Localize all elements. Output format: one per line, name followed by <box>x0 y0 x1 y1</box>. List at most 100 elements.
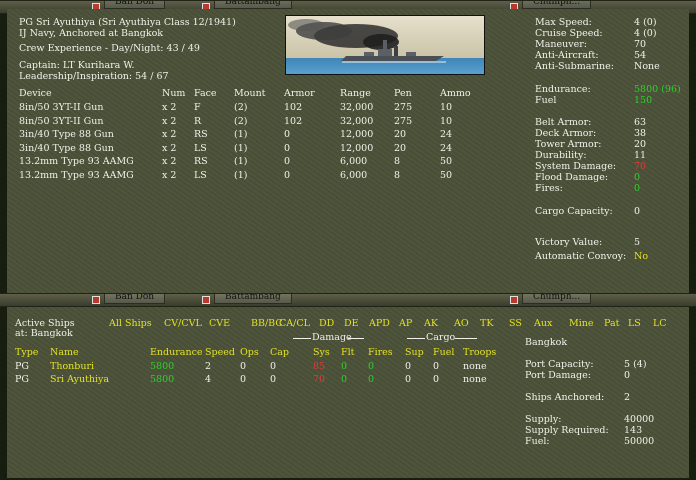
filter-mine[interactable]: Mine <box>569 318 594 329</box>
tab-battambang[interactable]: Battambang <box>214 294 292 304</box>
tab-chumphon-top[interactable]: Chumph... <box>522 1 592 9</box>
ship-list-header-cell[interactable]: Fuel <box>433 347 454 358</box>
weapon-name: 3in/40 Type 88 Gun <box>19 142 114 154</box>
weapon-cell: 12,000 <box>340 129 374 140</box>
red-marker-icon <box>92 296 100 304</box>
ships-anchored-value: 2 <box>624 392 631 403</box>
weapon-cell: 20 <box>394 129 407 140</box>
stat-value: 54 <box>634 50 647 61</box>
tab-chumphon[interactable]: Chumph... <box>522 294 592 304</box>
port-damage-label: Port Damage: <box>525 370 591 381</box>
stat-label: Endurance: <box>535 84 591 95</box>
tab-battambang-top[interactable]: Battambang <box>214 1 292 9</box>
ship-list-cell: 0 <box>341 374 348 385</box>
ship-list-header-cell[interactable]: Type <box>15 347 38 358</box>
weapon-cell: 275 <box>394 115 413 127</box>
stat-label: Victory Value: <box>535 237 603 248</box>
filter-bb-bc[interactable]: BB/BC <box>251 318 283 329</box>
filter-cve[interactable]: CVE <box>209 318 230 329</box>
tab-ban-don-top[interactable]: Ban Don <box>104 1 166 9</box>
ship-name-link[interactable]: Sri Ayuthiya <box>50 374 109 385</box>
ship-list-cell: 5800 <box>150 361 175 372</box>
ship-list-cell: 0 <box>240 361 247 372</box>
weapon-name: 8in/50 3YT-II Gun <box>19 102 104 113</box>
ship-list-cell: none <box>463 374 487 385</box>
ship-list-header-cell[interactable]: Speed <box>205 347 235 358</box>
filter-ao[interactable]: AO <box>454 318 469 329</box>
ship-list-cell: 0 <box>240 374 247 385</box>
ship-list-header-cell[interactable]: Endurance <box>150 347 203 358</box>
filter-ap[interactable]: AP <box>399 318 412 329</box>
ship-list-cell: 4 <box>205 374 212 385</box>
filter-tk[interactable]: TK <box>480 318 493 329</box>
stat-value: 150 <box>634 95 653 106</box>
weapon-cell: 275 <box>394 102 413 113</box>
weapon-cell: 24 <box>440 142 453 154</box>
stat-value: 4 (0) <box>634 28 657 39</box>
weapon-cell: (1) <box>234 169 248 181</box>
filter-apd[interactable]: APD <box>369 318 390 329</box>
weapons-header-cell: Num <box>162 88 186 99</box>
stat-label: Tower Armor: <box>535 139 602 150</box>
ship-name-link[interactable]: Thonburi <box>50 361 94 372</box>
stat-label: Fuel <box>535 95 557 106</box>
weapon-cell: x 2 <box>162 169 177 181</box>
ship-list-header-cell[interactable]: Troops <box>463 347 496 358</box>
weapon-cell: RS <box>194 156 208 167</box>
tab-ban-don[interactable]: Ban Don <box>104 294 166 304</box>
stat-label: Anti-Submarine: <box>535 61 614 72</box>
filter-ak[interactable]: AK <box>424 318 438 329</box>
stat-label: Belt Armor: <box>535 117 592 128</box>
ship-list-header-cell[interactable]: Fires <box>368 347 393 358</box>
weapon-cell: 102 <box>284 115 303 127</box>
filter-ls[interactable]: LS <box>628 318 641 329</box>
weapon-cell: 8 <box>394 169 401 181</box>
weapon-cell: 50 <box>440 156 453 167</box>
filter-cv-cvl[interactable]: CV/CVL <box>164 318 202 329</box>
ship-list-header-cell[interactable]: Flt <box>341 347 354 358</box>
weapon-cell: RS <box>194 129 208 140</box>
stat-value: 5 <box>634 237 641 248</box>
filter-ss[interactable]: SS <box>509 318 522 329</box>
ship-list-header-cell[interactable]: Sys <box>313 347 330 358</box>
stat-value: 38 <box>634 128 647 139</box>
stat-value: 5800 (96) <box>634 84 681 95</box>
crew-experience: Crew Experience - Day/Night: 43 / 49 <box>19 43 200 54</box>
stat-value: 63 <box>634 117 647 128</box>
ship-list-cell: 0 <box>368 374 375 385</box>
weapon-cell: 24 <box>440 129 453 140</box>
ship-list-cell: none <box>463 361 487 372</box>
stat-value: 0 <box>634 172 641 183</box>
ship-list-cell: 70 <box>313 374 326 385</box>
weapon-cell: LS <box>194 142 207 154</box>
weapon-cell: (1) <box>234 129 248 140</box>
stat-label: Maneuver: <box>535 39 587 50</box>
filter-lc[interactable]: LC <box>653 318 667 329</box>
weapon-cell: 0 <box>284 156 291 167</box>
stat-label: Fires: <box>535 183 563 194</box>
weapon-cell: 10 <box>440 102 453 113</box>
ship-list-header-cell[interactable]: Ops <box>240 347 259 358</box>
filter-pat[interactable]: Pat <box>604 318 619 329</box>
ship-title: PG Sri Ayuthiya (Sri Ayuthiya Class 12/1… <box>19 17 236 28</box>
stat-label: Flood Damage: <box>535 172 609 183</box>
filter-de[interactable]: DE <box>344 318 359 329</box>
stat-value: 20 <box>634 139 647 150</box>
ship-list-header-cell[interactable]: Cap <box>270 347 289 358</box>
weapon-cell: 102 <box>284 102 303 113</box>
weapon-cell: 0 <box>284 169 291 181</box>
weapon-cell: F <box>194 102 201 113</box>
weapons-header-cell: Device <box>19 88 52 99</box>
ship-list-header-cell[interactable]: Name <box>50 347 79 358</box>
filter-aux[interactable]: Aux <box>534 318 552 329</box>
weapon-cell: (2) <box>234 102 248 113</box>
filter-dd[interactable]: DD <box>319 318 334 329</box>
filter-all-ships[interactable]: All Ships <box>109 318 152 329</box>
damage-group-header: Damage <box>312 332 352 343</box>
red-marker-icon <box>510 296 518 304</box>
ship-list-header-cell[interactable]: Sup <box>405 347 424 358</box>
port-panel: Active Ships at: Bangkok All Ships CV/CVL… <box>7 307 689 478</box>
weapon-cell: x 2 <box>162 142 177 154</box>
fuel-label: Fuel: <box>525 436 550 447</box>
filter-ca-cl[interactable]: CA/CL <box>279 318 310 329</box>
